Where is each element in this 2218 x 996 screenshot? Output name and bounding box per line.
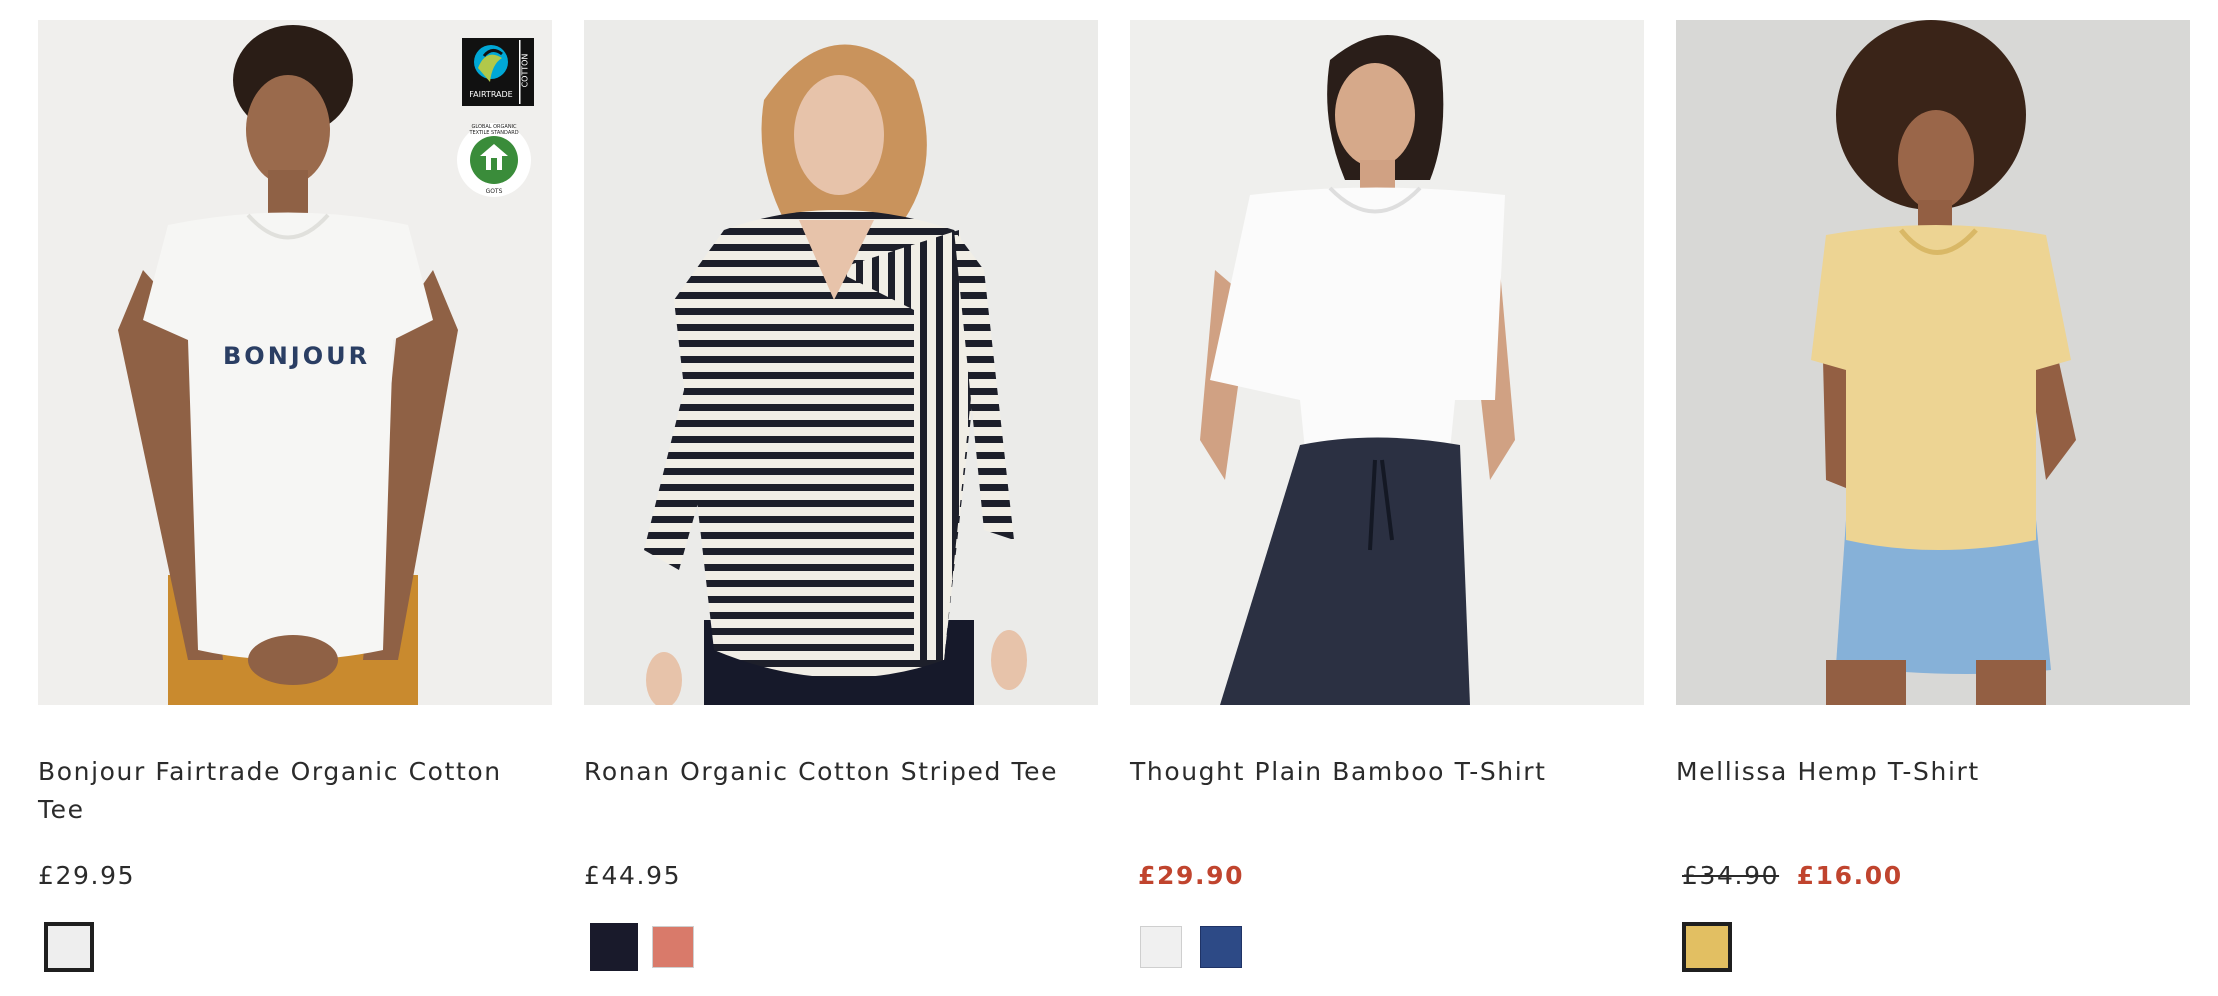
- product-image[interactable]: [584, 20, 1098, 705]
- shirt-print-text: BONJOUR: [223, 342, 371, 370]
- gots-bottom-label: GOTS: [485, 188, 503, 195]
- price-row: £34.90 £16.00: [1676, 856, 1903, 896]
- fairtrade-cotton-badge-icon: FAIRTRADE COTTON: [462, 38, 534, 106]
- fairtrade-side-label: COTTON: [520, 53, 530, 88]
- fairtrade-label: FAIRTRADE: [469, 90, 513, 99]
- product-card-mellissa: Mellissa Hemp T-Shirt £34.90 £16.00: [1676, 20, 2190, 996]
- product-was-price: £34.90: [1682, 861, 1780, 890]
- product-title[interactable]: Ronan Organic Cotton Striped Tee: [584, 753, 1094, 791]
- gots-label: GLOBAL ORGANIC TEXTILE STANDARD: [469, 124, 519, 136]
- product-card-thought: Thought Plain Bamboo T-Shirt £29.90: [1130, 20, 1644, 996]
- color-swatch-white[interactable]: [44, 922, 94, 972]
- product-title[interactable]: Mellissa Hemp T-Shirt: [1676, 753, 2186, 791]
- product-title[interactable]: Bonjour Fairtrade Organic Cotton Tee: [38, 753, 548, 829]
- price-row: £29.95: [38, 856, 135, 896]
- gots-organic-badge-icon: GLOBAL ORGANIC TEXTILE STANDARD GOTS: [456, 122, 532, 198]
- product-card-bonjour: FAIRTRADE COTTON GLOBAL ORGANIC TEXTILE …: [38, 20, 552, 996]
- color-swatch-coral[interactable]: [652, 926, 694, 968]
- product-card-ronan: Ronan Organic Cotton Striped Tee £44.95: [584, 20, 1098, 996]
- product-price: £44.95: [584, 861, 682, 890]
- color-swatch-white[interactable]: [1140, 926, 1182, 968]
- color-swatch-yellow[interactable]: [1682, 922, 1732, 972]
- product-image[interactable]: FAIRTRADE COTTON GLOBAL ORGANIC TEXTILE …: [38, 20, 552, 705]
- price-row: £44.95: [584, 856, 681, 896]
- product-image[interactable]: [1676, 20, 2190, 705]
- color-swatch-navy[interactable]: [590, 923, 638, 971]
- product-title[interactable]: Thought Plain Bamboo T-Shirt: [1130, 753, 1640, 791]
- product-image[interactable]: [1130, 20, 1644, 705]
- product-sale-price: £29.90: [1138, 861, 1245, 890]
- price-row: £29.90: [1130, 856, 1244, 896]
- product-grid: FAIRTRADE COTTON GLOBAL ORGANIC TEXTILE …: [38, 20, 2190, 996]
- color-swatch-blue[interactable]: [1200, 926, 1242, 968]
- product-price: £29.95: [38, 861, 136, 890]
- product-sale-price: £16.00: [1796, 861, 1903, 890]
